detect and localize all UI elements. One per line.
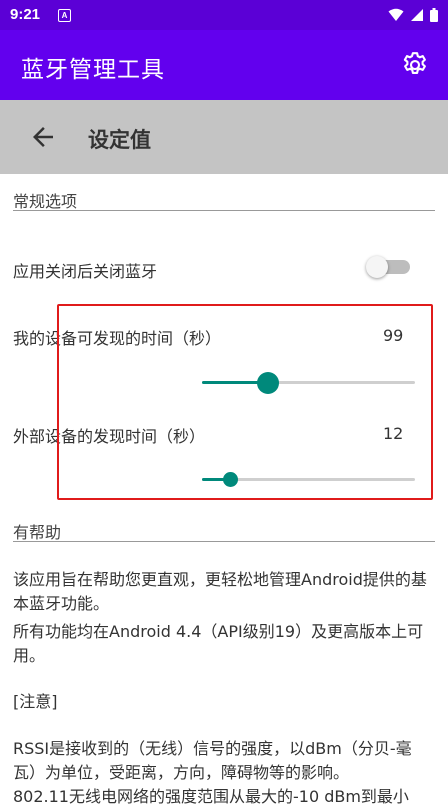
app-title: 蓝牙管理工具 bbox=[21, 57, 165, 83]
section-header-general: 常规选项 bbox=[13, 192, 78, 211]
rssi-text: RSSI是接收到的（无线）信号的强度，以dBm（分贝-毫瓦）为单位，受距离，方向… bbox=[13, 739, 412, 782]
switch-thumb bbox=[366, 256, 388, 278]
help-paragraph-2: 所有功能均在Android 4.4（API级别19）及更高版本上可用。 bbox=[13, 622, 424, 665]
status-time: 9:21 bbox=[10, 6, 41, 23]
section-divider bbox=[13, 210, 435, 211]
rssi-text-continued: 802.11无线电网络的强度范围从最大的-10 dBm到最小 bbox=[13, 787, 409, 806]
arrow-left-icon bbox=[33, 127, 53, 147]
close-bt-on-exit-label: 应用关闭后关闭蓝牙 bbox=[13, 262, 158, 281]
status-bar: 9:21 A bbox=[0, 0, 448, 30]
app-bar: 蓝牙管理工具 bbox=[0, 30, 448, 100]
back-button[interactable] bbox=[28, 122, 58, 152]
notification-icon: A bbox=[58, 9, 71, 22]
signal-icon bbox=[411, 9, 423, 21]
settings-button[interactable] bbox=[400, 50, 430, 80]
help-paragraph-1: 该应用旨在帮助您更直观，更轻松地管理Android提供的基本蓝牙功能。 bbox=[13, 570, 427, 613]
note-label: [注意] bbox=[13, 692, 58, 711]
highlight-box bbox=[57, 304, 433, 500]
settings-toolbar: 设定值 bbox=[0, 100, 448, 174]
gear-icon bbox=[403, 52, 426, 74]
section-divider bbox=[13, 541, 435, 542]
page-title: 设定值 bbox=[88, 128, 151, 152]
section-header-help: 有帮助 bbox=[13, 523, 62, 542]
battery-icon bbox=[430, 8, 438, 22]
wifi-icon bbox=[388, 8, 404, 21]
